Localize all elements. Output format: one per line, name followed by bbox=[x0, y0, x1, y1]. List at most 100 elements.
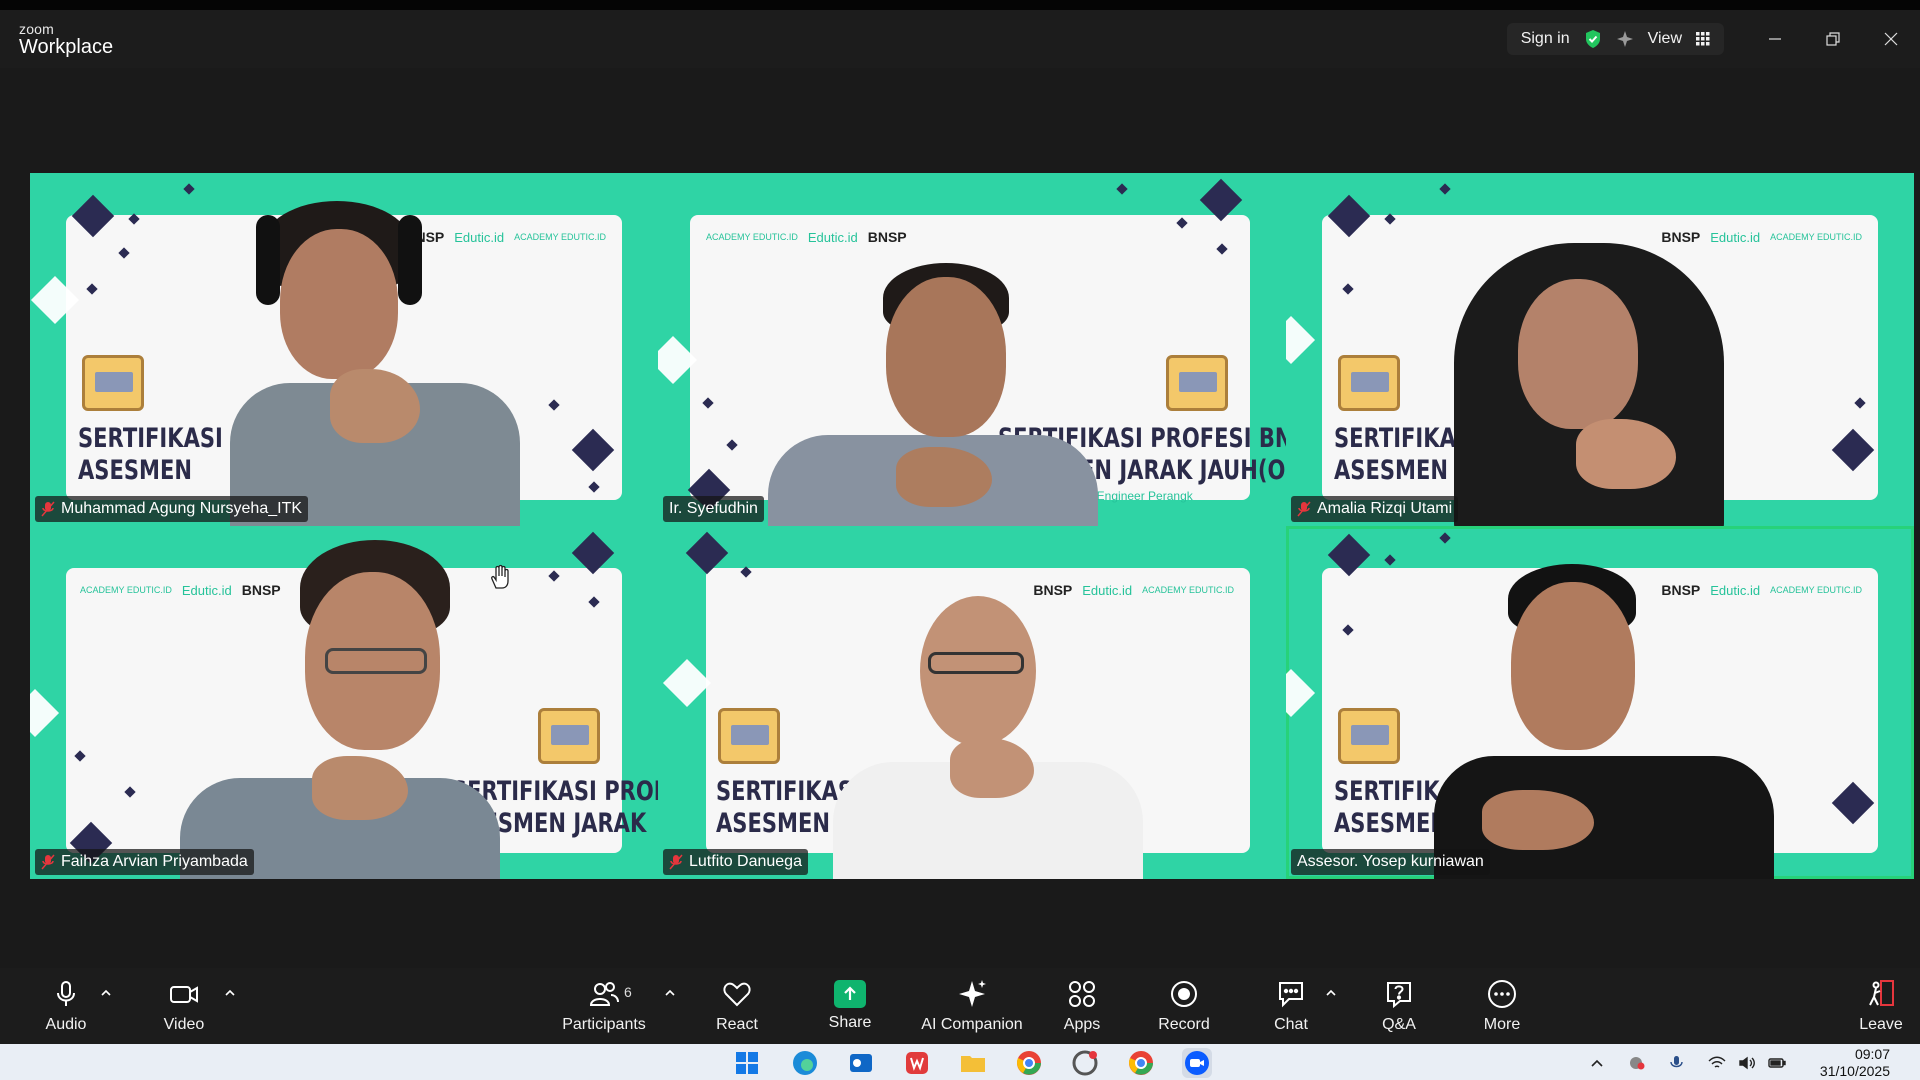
share-screen-icon bbox=[834, 980, 866, 1008]
question-icon bbox=[1387, 982, 1411, 1009]
clock-time[interactable]: 09:07 bbox=[1855, 1046, 1890, 1062]
chat-options-chevron-icon[interactable] bbox=[1325, 988, 1337, 998]
wps-office-icon[interactable] bbox=[902, 1048, 932, 1078]
battery-icon[interactable] bbox=[1768, 1055, 1786, 1071]
academy-logo: ACADEMY EDUTIC.ID bbox=[1770, 231, 1862, 242]
ai-companion-label: AI Companion bbox=[921, 1016, 1023, 1033]
background-logos: BNSP Edutic.id ACADEMY EDUTIC.ID bbox=[1033, 582, 1234, 598]
close-icon bbox=[1884, 32, 1898, 46]
qa-label: Q&A bbox=[1382, 1016, 1416, 1033]
apps-label: Apps bbox=[1063, 1016, 1101, 1033]
bnsp-logo: BNSP bbox=[1661, 582, 1701, 598]
qa-button[interactable]: Q&A bbox=[1378, 974, 1420, 1040]
minimize-icon bbox=[1769, 38, 1781, 40]
decor-dot bbox=[183, 183, 195, 195]
brand-large: Workplace bbox=[19, 36, 114, 58]
close-button[interactable] bbox=[1862, 22, 1920, 56]
video-options-chevron-icon[interactable] bbox=[224, 988, 236, 998]
participant-name-tag: Muhammad Agung Nursyeha_ITK bbox=[35, 496, 309, 522]
audio-button[interactable]: Audio bbox=[44, 974, 88, 1040]
react-button[interactable]: React bbox=[712, 974, 762, 1040]
participant-name-tag: Lutfito Danuega bbox=[663, 849, 808, 875]
file-explorer-icon[interactable] bbox=[958, 1048, 988, 1078]
minimize-button[interactable] bbox=[1746, 22, 1804, 56]
tray-chevron-up-icon[interactable] bbox=[1588, 1055, 1606, 1071]
academy-logo: ACADEMY EDUTIC.ID bbox=[514, 231, 606, 242]
ai-companion-sparkle-icon bbox=[959, 980, 986, 1007]
participant-name: Ir. Syefudhin bbox=[669, 500, 758, 517]
chat-label: Chat bbox=[1274, 1016, 1308, 1033]
academy-logo: ACADEMY EDUTIC.ID bbox=[80, 584, 172, 595]
ai-sparkle-icon[interactable] bbox=[1616, 30, 1634, 48]
video-tile[interactable]: BNSP Edutic.id ACADEMY EDUTIC.ID SERTIFI… bbox=[658, 526, 1286, 879]
chrome-icon[interactable] bbox=[1014, 1048, 1044, 1078]
zoom-taskbar-icon[interactable] bbox=[1182, 1048, 1212, 1078]
participant-name: Lutfito Danuega bbox=[689, 853, 802, 870]
participant-name: Assesor. Yosep kurniawan bbox=[1297, 853, 1484, 870]
video-tile[interactable]: BNSP Edutic.id ACADEMY EDUTIC.ID SERTIFI… bbox=[1286, 173, 1914, 526]
mic-muted-icon bbox=[41, 854, 55, 870]
participants-options-chevron-icon[interactable] bbox=[664, 988, 676, 998]
background-logos: BNSP Edutic.id ACADEMY EDUTIC.ID bbox=[1661, 582, 1862, 598]
encryption-shield-icon[interactable] bbox=[1584, 29, 1602, 49]
apps-icon bbox=[1069, 981, 1095, 1007]
title-bar: zoom Workplace Sign in View bbox=[0, 0, 1920, 68]
video-tile[interactable]: BNSP Edutic.id ACADEMY EDUTIC.ID SERTIFI… bbox=[30, 173, 658, 526]
certificate-badge-icon bbox=[718, 708, 780, 764]
sign-in-button[interactable]: Sign in bbox=[1521, 30, 1570, 48]
video-tile-active-speaker[interactable]: BNSP Edutic.id ACADEMY EDUTIC.ID SERTIFI… bbox=[1286, 526, 1914, 879]
edge-browser-icon[interactable] bbox=[790, 1048, 820, 1078]
bnsp-logo: BNSP bbox=[241, 582, 281, 598]
share-label: Share bbox=[828, 1014, 872, 1031]
certificate-badge-icon bbox=[1338, 355, 1400, 411]
video-tile[interactable]: ACADEMY EDUTIC.ID Edutic.id BNSP SERTIFI… bbox=[30, 526, 658, 879]
gallery-view: BNSP Edutic.id ACADEMY EDUTIC.ID SERTIFI… bbox=[30, 173, 1914, 879]
audio-options-chevron-icon[interactable] bbox=[100, 988, 112, 998]
academy-logo: ACADEMY EDUTIC.ID bbox=[1770, 584, 1862, 595]
chat-bubble-icon bbox=[1279, 982, 1303, 1008]
participants-button[interactable]: Participants bbox=[562, 974, 646, 1040]
chat-button[interactable]: Chat bbox=[1270, 974, 1312, 1040]
app-icon[interactable] bbox=[1070, 1048, 1100, 1078]
grid-view-icon[interactable] bbox=[1696, 32, 1710, 46]
title-bar-controls: Sign in View bbox=[1506, 22, 1920, 56]
mic-muted-icon bbox=[1297, 501, 1311, 517]
zoom-logo: zoom Workplace bbox=[19, 22, 113, 57]
apps-button[interactable]: Apps bbox=[1060, 974, 1104, 1040]
ai-companion-button[interactable]: AI Companion bbox=[920, 974, 1024, 1040]
video-tile[interactable]: ACADEMY EDUTIC.ID Edutic.id BNSP SERTIFI… bbox=[658, 173, 1286, 526]
clock-date[interactable]: 31/10/2025 bbox=[1820, 1063, 1890, 1080]
record-button[interactable]: Record bbox=[1156, 974, 1212, 1040]
participant-name: Muhammad Agung Nursyeha_ITK bbox=[61, 500, 303, 517]
decor-white-diamond bbox=[1286, 315, 1316, 365]
participant-name: Amalia Rizqi Utami bbox=[1317, 500, 1453, 517]
leave-button[interactable]: Leave bbox=[1858, 974, 1904, 1040]
edutic-logo: Edutic.id bbox=[807, 229, 858, 245]
audio-label: Audio bbox=[45, 1016, 87, 1033]
windows-start-icon[interactable] bbox=[732, 1048, 762, 1078]
tray-mic-icon[interactable] bbox=[1668, 1055, 1686, 1071]
tray-app-icon[interactable] bbox=[1628, 1055, 1646, 1071]
outlook-icon[interactable] bbox=[846, 1048, 876, 1078]
certificate-badge-icon bbox=[82, 355, 144, 411]
more-label: More bbox=[1483, 1016, 1521, 1033]
record-icon bbox=[1171, 981, 1197, 1007]
meeting-toolbar: Audio Video Participants 6 React Share A… bbox=[0, 968, 1920, 1044]
more-button[interactable]: More bbox=[1480, 974, 1524, 1040]
headline-line1: SERTIFIKASI P bbox=[78, 423, 246, 454]
wifi-icon[interactable] bbox=[1708, 1055, 1726, 1071]
volume-icon[interactable] bbox=[1738, 1055, 1756, 1071]
view-button[interactable]: View bbox=[1648, 30, 1682, 48]
edutic-logo: Edutic.id bbox=[454, 229, 505, 245]
more-dots-icon bbox=[1488, 980, 1516, 1008]
restore-button[interactable] bbox=[1804, 22, 1862, 56]
restore-icon bbox=[1826, 32, 1840, 46]
chrome-profile-icon[interactable] bbox=[1126, 1048, 1156, 1078]
share-arrow-icon bbox=[844, 986, 856, 1000]
background-logos: ACADEMY EDUTIC.ID Edutic.id BNSP bbox=[706, 229, 907, 245]
edutic-logo: Edutic.id bbox=[1710, 229, 1761, 245]
edutic-logo: Edutic.id bbox=[181, 582, 232, 598]
share-button[interactable]: Share bbox=[824, 974, 876, 1040]
background-logos: ACADEMY EDUTIC.ID Edutic.id BNSP bbox=[80, 582, 281, 598]
video-button[interactable]: Video bbox=[160, 974, 208, 1040]
